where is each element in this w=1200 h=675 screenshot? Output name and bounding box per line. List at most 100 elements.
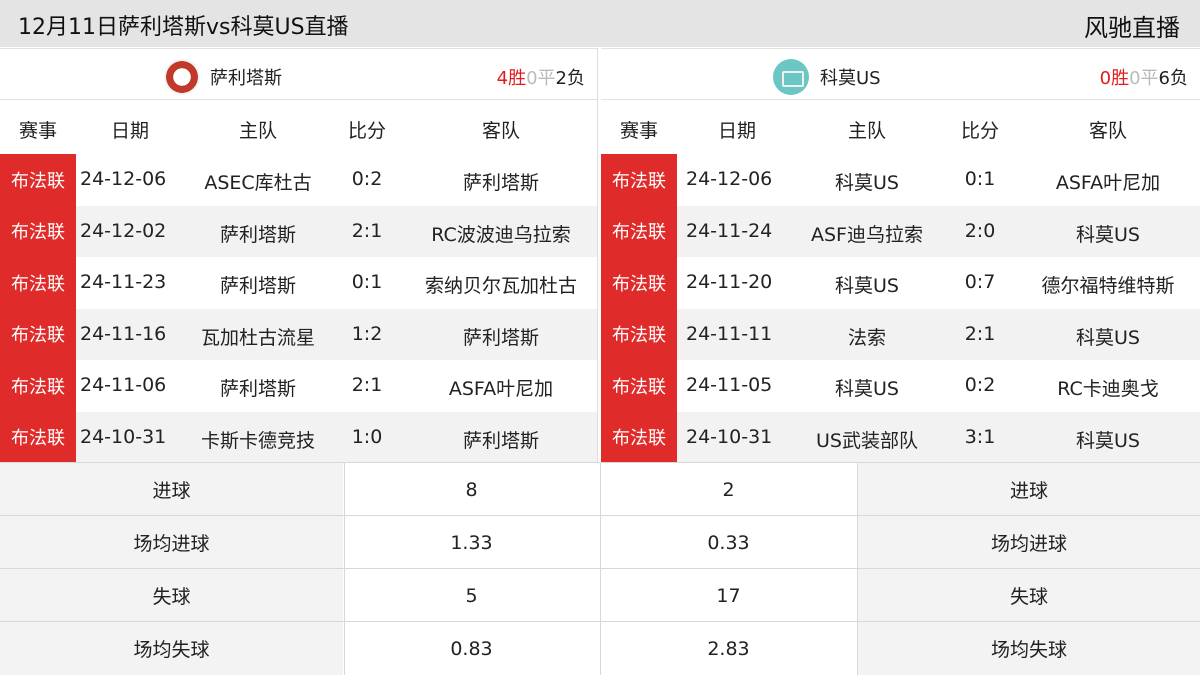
league-badge: 布法联 xyxy=(601,257,677,309)
table-row[interactable]: 布法联 24-12-06 科莫US 0:1 ASFA叶尼加 xyxy=(601,154,1200,206)
table-row[interactable]: 布法联 24-11-11 法索 2:1 科莫US xyxy=(601,308,1200,360)
team-name[interactable]: 萨利塔斯 xyxy=(210,64,282,90)
league-badge: 布法联 xyxy=(601,308,677,360)
match-score[interactable]: 0:1 xyxy=(352,271,383,293)
stat-label: 进球 xyxy=(0,463,343,516)
stats-row: 场均进球 1.33 0.33 场均进球 xyxy=(0,515,1200,569)
stats-comparison-table: 进球 8 2 进球 场均进球 1.33 0.33 场均进球 失球 5 17 失球… xyxy=(0,462,1200,675)
stat-label: 失球 xyxy=(0,569,343,622)
away-team[interactable]: 科莫US xyxy=(1076,426,1140,453)
table-row[interactable]: 布法联 24-10-31 US武装部队 3:1 科莫US xyxy=(601,411,1200,463)
away-team[interactable]: 萨利塔斯 xyxy=(463,426,539,453)
match-date: 24-10-31 xyxy=(80,425,167,448)
match-date: 24-11-20 xyxy=(686,271,773,293)
match-date: 24-12-02 xyxy=(80,219,167,242)
table-row[interactable]: 布法联 24-11-06 萨利塔斯 2:1 ASFA叶尼加 xyxy=(0,360,597,412)
home-team[interactable]: 科莫US xyxy=(835,271,899,298)
match-score[interactable]: 1:0 xyxy=(352,426,383,448)
stat-home-value: 1.33 xyxy=(344,516,598,569)
match-date: 24-11-11 xyxy=(686,322,773,345)
away-team[interactable]: 萨利塔斯 xyxy=(463,168,539,195)
stat-away-value: 17 xyxy=(600,569,856,622)
match-date: 24-10-31 xyxy=(686,425,773,448)
table-row[interactable]: 布法联 24-11-20 科莫US 0:7 德尔福特维特斯 xyxy=(601,257,1200,309)
record-draws: 0平 xyxy=(1129,68,1159,89)
home-team[interactable]: 萨利塔斯 xyxy=(220,374,296,401)
table-row[interactable]: 布法联 24-12-06 ASEC库杜古 0:2 萨利塔斯 xyxy=(0,154,597,206)
home-team[interactable]: 科莫US xyxy=(835,374,899,401)
away-team[interactable]: RC卡迪奥戈 xyxy=(1057,374,1159,401)
match-score[interactable]: 2:1 xyxy=(965,323,996,345)
away-team[interactable]: 德尔福特维特斯 xyxy=(1041,271,1174,298)
match-date: 24-11-16 xyxy=(80,322,167,345)
league-badge: 布法联 xyxy=(0,257,76,309)
match-score[interactable]: 2:1 xyxy=(352,374,383,396)
table-row[interactable]: 布法联 24-12-02 萨利塔斯 2:1 RC波波迪乌拉索 xyxy=(0,205,597,257)
match-score[interactable]: 0:2 xyxy=(965,374,996,396)
column-away: 客队 xyxy=(1088,120,1128,142)
match-score[interactable]: 0:2 xyxy=(352,168,383,190)
league-badge: 布法联 xyxy=(601,360,677,412)
record-wins: 0胜 xyxy=(1099,68,1130,89)
match-date: 24-11-06 xyxy=(80,374,167,396)
table-header: 赛事 日期 主队 比分 客队 xyxy=(601,100,1200,154)
away-team[interactable]: 科莫US xyxy=(1076,220,1140,247)
match-date: 24-11-05 xyxy=(686,374,773,396)
match-score[interactable]: 0:7 xyxy=(965,271,996,293)
match-score[interactable]: 2:0 xyxy=(965,220,996,242)
table-row[interactable]: 布法联 24-11-24 ASF迪乌拉索 2:0 科莫US xyxy=(601,205,1200,257)
away-team[interactable]: RC波波迪乌拉索 xyxy=(431,220,571,247)
team-name[interactable]: 科莫US xyxy=(820,64,881,90)
column-score: 比分 xyxy=(960,120,1000,142)
table-row[interactable]: 布法联 24-11-23 萨利塔斯 0:1 索纳贝尔瓦加杜古 xyxy=(0,257,597,309)
away-team[interactable]: 索纳贝尔瓦加杜古 xyxy=(425,271,577,298)
away-team[interactable]: 科莫US xyxy=(1076,323,1140,350)
record-losses: 6负 xyxy=(1158,68,1188,89)
home-team[interactable]: US武装部队 xyxy=(816,426,918,453)
home-team[interactable]: 卡斯卡德竞技 xyxy=(201,426,315,453)
match-date: 24-12-06 xyxy=(80,168,167,190)
away-team[interactable]: 萨利塔斯 xyxy=(463,323,539,350)
table-header: 赛事 日期 主队 比分 客队 xyxy=(0,100,597,154)
match-date: 24-11-24 xyxy=(686,219,773,242)
home-team[interactable]: 法索 xyxy=(848,323,886,350)
stats-row: 失球 5 17 失球 xyxy=(0,568,1200,622)
home-team[interactable]: 科莫US xyxy=(835,168,899,195)
match-score[interactable]: 3:1 xyxy=(965,426,996,448)
stat-home-value: 8 xyxy=(344,463,598,516)
column-league: 赛事 xyxy=(18,120,58,142)
home-team[interactable]: ASF迪乌拉索 xyxy=(811,220,923,247)
stat-label: 进球 xyxy=(857,463,1200,516)
stat-label: 场均进球 xyxy=(857,516,1200,569)
home-team[interactable]: 瓦加杜古流星 xyxy=(201,323,315,350)
away-team[interactable]: ASFA叶尼加 xyxy=(1056,168,1160,195)
away-team[interactable]: ASFA叶尼加 xyxy=(449,374,553,401)
stat-away-value: 2 xyxy=(600,463,856,516)
match-list: 布法联 24-12-06 ASEC库杜古 0:2 萨利塔斯 布法联 24-12-… xyxy=(0,154,597,463)
table-row[interactable]: 布法联 24-10-31 卡斯卡德竞技 1:0 萨利塔斯 xyxy=(0,411,597,463)
team-record: 4胜0平2负 xyxy=(497,64,585,90)
stats-row: 场均失球 0.83 2.83 场均失球 xyxy=(0,621,1200,675)
table-row[interactable]: 布法联 24-11-16 瓦加杜古流星 1:2 萨利塔斯 xyxy=(0,308,597,360)
match-score[interactable]: 2:1 xyxy=(352,220,383,242)
league-badge: 布法联 xyxy=(0,308,76,360)
league-badge: 布法联 xyxy=(0,411,76,463)
stat-label: 失球 xyxy=(857,569,1200,622)
record-draws: 0平 xyxy=(526,68,556,89)
site-brand[interactable]: 风驰直播 xyxy=(1084,8,1180,43)
page-title: 12月11日萨利塔斯vs科莫US直播 xyxy=(18,15,349,40)
match-score[interactable]: 0:1 xyxy=(965,168,996,190)
home-team[interactable]: 萨利塔斯 xyxy=(220,220,296,247)
stat-label: 场均失球 xyxy=(857,622,1200,675)
table-row[interactable]: 布法联 24-11-05 科莫US 0:2 RC卡迪奥戈 xyxy=(601,360,1200,412)
column-score: 比分 xyxy=(347,120,387,142)
top-bar: 12月11日萨利塔斯vs科莫US直播 风驰直播 xyxy=(0,0,1200,47)
home-team[interactable]: ASEC库杜古 xyxy=(204,168,311,195)
stat-label: 场均失球 xyxy=(0,622,343,675)
match-score[interactable]: 1:2 xyxy=(352,323,383,345)
team-logo-icon xyxy=(164,59,200,95)
stat-home-value: 5 xyxy=(344,569,598,622)
column-home: 主队 xyxy=(238,120,278,142)
home-team[interactable]: 萨利塔斯 xyxy=(220,271,296,298)
match-date: 24-12-06 xyxy=(686,168,773,190)
